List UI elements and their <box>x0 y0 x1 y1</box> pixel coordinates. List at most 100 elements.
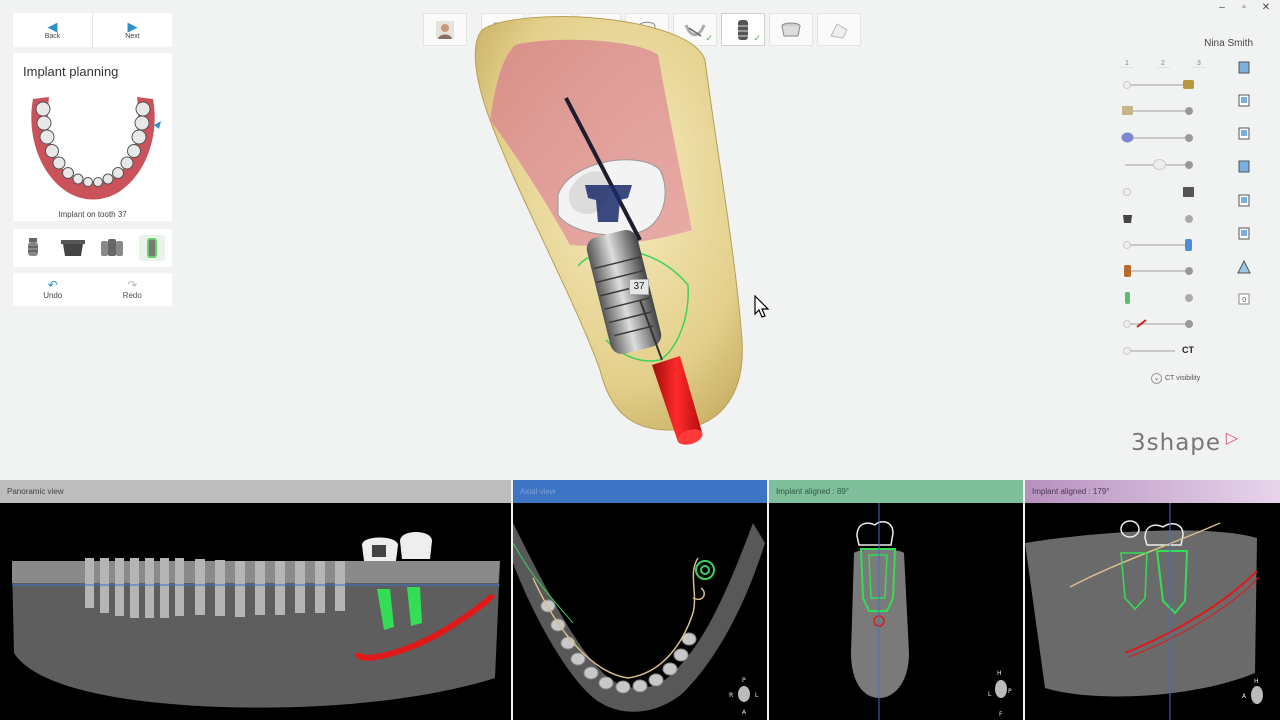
implant-tool-row <box>13 229 172 267</box>
visibility-slider-abutment[interactable] <box>1121 212 1197 226</box>
view-icon-1[interactable] <box>1236 61 1252 75</box>
user-name: Nina Smith <box>1204 38 1253 49</box>
undo-icon: ↶ <box>47 278 58 292</box>
window-controls: – ▫ ✕ <box>1216 2 1272 13</box>
check-icon: ✓ <box>609 33 617 43</box>
implant-aligned-89-panel[interactable]: Implant aligned : 89° H L P F <box>769 480 1023 720</box>
next-label: Next <box>125 32 140 40</box>
orient-l2: L <box>988 691 992 698</box>
orient-f: F <box>999 711 1003 718</box>
arrow-right-icon: ▶ <box>127 18 138 34</box>
orient-l: L <box>755 692 759 699</box>
guide-step[interactable] <box>817 13 861 46</box>
tooth-number-label: 37 <box>629 279 649 295</box>
implant-selected-tool[interactable] <box>139 235 166 261</box>
redo-label: Redo <box>122 291 142 300</box>
view-icon-3[interactable] <box>1236 127 1252 141</box>
view-icon-7[interactable] <box>1236 260 1252 274</box>
panoramic-view-panel[interactable]: Panoramic view <box>0 480 511 720</box>
abutment-model-icon <box>1123 215 1132 223</box>
scan-import-icon <box>493 22 511 37</box>
redo-button[interactable]: ↷ Redo <box>93 273 173 306</box>
back-label: Back <box>44 32 61 40</box>
view-icon-8[interactable]: 0 <box>1236 292 1252 306</box>
visibility-slider-implant[interactable] <box>1121 238 1197 252</box>
implant-step-icon <box>738 19 748 40</box>
visibility-slider-ct[interactable] <box>1121 344 1181 358</box>
guide-icon <box>830 22 848 39</box>
align-step[interactable]: ✓ <box>529 13 573 46</box>
nerve-model-icon <box>1136 319 1147 328</box>
view-icon-2[interactable] <box>1236 94 1252 108</box>
history-box: ↶ Undo ↷ Redo <box>13 273 172 306</box>
visibility-slider-drill[interactable] <box>1121 264 1197 278</box>
tooth-model-icon <box>1153 159 1166 170</box>
crown-icon <box>1183 80 1194 89</box>
visibility-slider-gum[interactable] <box>1121 131 1197 145</box>
view-icon-6[interactable] <box>1236 227 1252 241</box>
undo-button[interactable]: ↶ Undo <box>13 273 93 306</box>
axial-view-panel[interactable]: Axial view P R L A <box>513 480 767 720</box>
implant-icon <box>27 238 38 256</box>
visibility-slider-nerve[interactable] <box>1121 317 1197 331</box>
implant-aligned-179-panel[interactable]: Implant aligned : 179° H A <box>1025 480 1280 720</box>
nerve-icon <box>684 23 706 37</box>
visibility-slider-crown[interactable] <box>1121 78 1197 92</box>
minimize-button[interactable]: – <box>1216 2 1228 13</box>
check-icon: ✓ <box>657 33 665 43</box>
visibility-tab-3[interactable]: 3 <box>1192 60 1206 68</box>
visibility-tab-2[interactable]: 2 <box>1156 60 1170 68</box>
visibility-slider-green[interactable] <box>1121 291 1197 305</box>
ct-visibility-toggle[interactable]: ⌄ CT visibility <box>1151 373 1200 384</box>
panoramic-image[interactable] <box>0 503 511 720</box>
head-orientation-icon <box>1251 686 1263 704</box>
logo-text: 3shape <box>1131 430 1222 456</box>
undo-label: Undo <box>43 291 63 300</box>
implant-aligned-89-image[interactable]: H L P F <box>769 503 1023 720</box>
implant-model-icon <box>1185 239 1192 251</box>
implant-aligned-179-image[interactable]: H A <box>1025 503 1280 720</box>
tooth-step[interactable]: ✓ <box>625 13 669 46</box>
sleeve-step[interactable] <box>769 13 813 46</box>
segment-step[interactable]: ✓ <box>577 13 621 46</box>
abutment-tool[interactable] <box>60 235 86 261</box>
orient-h: H <box>997 670 1002 677</box>
implant-tool[interactable] <box>20 235 46 261</box>
jaw-thumbnail[interactable] <box>23 91 163 209</box>
implant-aligned-179-title: Implant aligned : 179° <box>1025 480 1280 503</box>
panel-title: Implant planning <box>23 64 119 79</box>
scan-step[interactable]: ✓ <box>481 13 525 46</box>
tooth-icon <box>638 21 656 38</box>
restore-button[interactable]: ▫ <box>1238 2 1250 13</box>
orient-p: P <box>742 677 746 684</box>
scan-icon <box>1122 106 1133 115</box>
safety-zone-icon <box>1125 292 1130 304</box>
check-icon: ✓ <box>705 33 713 43</box>
check-icon: ✓ <box>561 33 569 43</box>
multi-implant-icon <box>101 239 124 256</box>
ct-visibility-label: CT visibility <box>1165 375 1201 382</box>
axial-view-title: Axial view <box>513 480 767 503</box>
visibility-tab-1[interactable]: 1 <box>1120 60 1134 68</box>
visibility-slider-sleeve[interactable] <box>1121 185 1197 199</box>
redo-icon: ↷ <box>127 278 138 292</box>
patient-step[interactable] <box>423 13 467 46</box>
visibility-slider-tooth[interactable] <box>1121 158 1197 172</box>
implant-step[interactable]: ✓ <box>721 13 765 46</box>
visibility-slider-scan[interactable] <box>1121 104 1197 118</box>
segment-icon <box>590 22 608 39</box>
workflow-toolbar: ✓ ✓ ✓ ✓ ✓ ✓ <box>423 13 861 46</box>
patient-icon <box>436 20 454 39</box>
mouse-cursor-icon <box>754 295 770 318</box>
axial-image[interactable]: P R L A <box>513 503 767 720</box>
multi-implant-tool[interactable] <box>99 235 125 261</box>
view-icon-5[interactable] <box>1236 194 1252 208</box>
implant-planning-card: Implant planning Implant on tooth 37 <box>13 53 172 221</box>
close-button[interactable]: ✕ <box>1260 2 1272 13</box>
gum-icon <box>1121 132 1134 143</box>
next-button[interactable]: ▶ Next <box>93 13 172 47</box>
nerve-step[interactable]: ✓ <box>673 13 717 46</box>
back-button[interactable]: ◀ Back <box>13 13 93 47</box>
check-icon: ✓ <box>753 33 761 43</box>
view-icon-4[interactable] <box>1236 160 1252 174</box>
